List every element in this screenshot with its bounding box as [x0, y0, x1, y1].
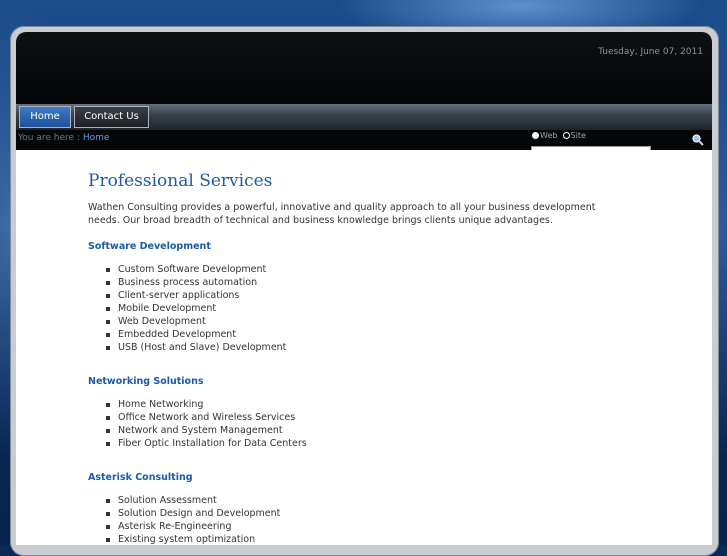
list-item: Solution Design and Development [105, 508, 281, 519]
list-item: Solution Assessment [105, 494, 280, 507]
list-item: Embedded Development [105, 328, 286, 341]
search-scope: Web Site [532, 131, 586, 140]
nav-contact-button[interactable]: Contact Us [74, 106, 149, 128]
list-item: Custom Software Development [105, 263, 286, 276]
section-heading: Software Development [88, 241, 211, 252]
list-item: Home Networking [106, 398, 307, 411]
list-item: Client-server applications [105, 289, 286, 302]
search-web-label: Web [540, 131, 558, 140]
search-site-label: Site [570, 131, 586, 140]
site-header [16, 32, 712, 104]
service-list: Custom Software Development Business pro… [105, 263, 287, 354]
section-heading: Networking Solutions [88, 376, 204, 387]
list-item: Mobile Development [105, 302, 286, 315]
search-site-radio[interactable] [562, 132, 570, 139]
breadcrumb-bar: You are here : Home Web Site [16, 130, 712, 160]
page-title: Professional Services [88, 171, 273, 191]
search-icon[interactable] [691, 133, 705, 147]
list-item: Office Network and Wireless Services [106, 411, 307, 424]
list-item: Asterisk Re-Engineering [105, 520, 280, 533]
main-nav: Home Contact Us [16, 104, 712, 130]
section-heading: Asterisk Consulting [88, 472, 193, 483]
list-item: Web Development [105, 315, 286, 328]
intro-paragraph: Wathen Consulting provides a powerful, i… [88, 202, 596, 226]
breadcrumb-home-link[interactable]: Home [83, 133, 110, 143]
search-web-radio[interactable] [532, 132, 539, 139]
list-item: Existing system optimization [105, 533, 280, 546]
list-item: Network and System Management [106, 424, 307, 437]
list-item: Fiber Optic Installation for Data Center… [106, 438, 307, 449]
service-list: Home Networking Office Network and Wirel… [106, 398, 307, 450]
service-list: Solution Assessment Solution Design and … [105, 494, 281, 546]
list-item: USB (Host and Slave) Development [105, 342, 287, 353]
nav-home-button[interactable]: Home [19, 106, 71, 128]
main-content: Professional Services Wathen Consulting … [16, 150, 712, 545]
breadcrumb: You are here : Home [18, 133, 109, 143]
breadcrumb-prefix: You are here : [18, 133, 80, 143]
list-item: Business process automation [105, 276, 286, 289]
header-date: Tuesday, June 07, 2011 [598, 47, 703, 57]
